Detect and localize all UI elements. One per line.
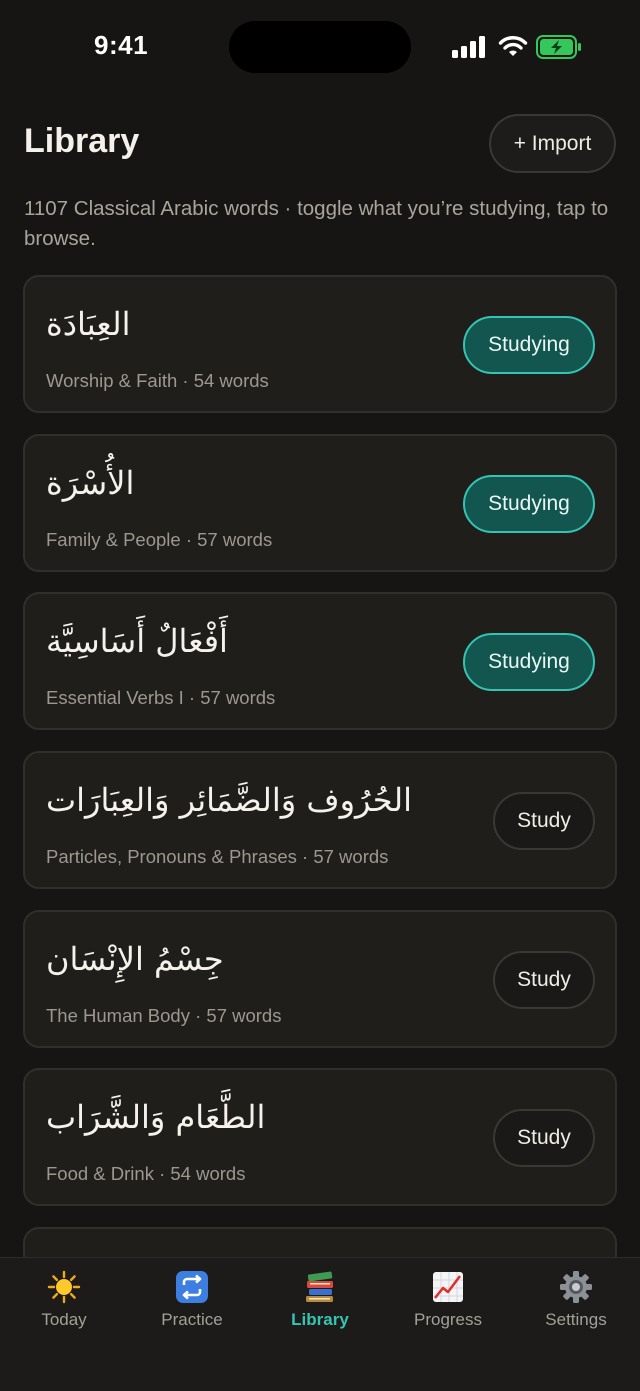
tab-library[interactable]: Library [256,1270,384,1340]
study-toggle-button[interactable]: Study [493,1109,595,1167]
deck-card[interactable]: أَفْعَالٌ أَسَاسِيَّة Essential Verbs I … [23,592,617,730]
deck-meta: Worship & Faith · 54 words [46,370,269,391]
deck-arabic-title: أَفْعَالٌ أَسَاسِيَّة [46,622,228,660]
deck-card[interactable]: العِبَادَة Worship & Faith · 54 words St… [23,275,617,413]
deck-card[interactable]: الأُسْرَة Family & People · 57 words Stu… [23,434,617,572]
tab-today[interactable]: Today [0,1270,128,1340]
deck-card[interactable]: الطَّعَام وَالشَّرَاب Food & Drink · 54 … [23,1068,617,1206]
deck-arabic-title: الطَّعَام وَالشَّرَاب [46,1098,266,1136]
studying-toggle-button[interactable]: Studying [463,316,595,374]
tab-label: Today [41,1310,87,1329]
tab-bar: Today Practice Library Progress Settings [0,1257,640,1391]
deck-card[interactable]: جِسْمُ الإِنْسَان The Human Body · 57 wo… [23,910,617,1048]
tab-label: Progress [413,1310,483,1329]
repeat-icon [176,1271,208,1303]
tab-label: Practice [161,1310,223,1329]
books-icon [306,1271,333,1302]
deck-meta: The Human Body · 57 words [46,1005,282,1026]
deck-arabic-title: جِسْمُ الإِنْسَان [46,940,224,978]
chart-icon [433,1272,463,1302]
tab-practice[interactable]: Practice [128,1270,256,1340]
deck-arabic-title: الأُسْرَة [46,464,135,502]
deck-meta: Family & People · 57 words [46,529,273,550]
deck-meta: Essential Verbs I · 57 words [46,687,276,708]
tab-label: Settings [545,1310,607,1329]
deck-arabic-title: العِبَادَة [46,305,131,343]
deck-meta: Particles, Pronouns & Phrases · 57 words [46,846,389,867]
deck-arabic-title: الحُرُوف وَالضَّمَائِر وَالعِبَارَات [46,781,412,819]
studying-toggle-button[interactable]: Studying [463,633,595,691]
tab-settings[interactable]: Settings [512,1270,640,1340]
gear-icon [560,1271,592,1303]
sun-icon [47,1270,81,1304]
tab-progress[interactable]: Progress [384,1270,512,1340]
studying-toggle-button[interactable]: Studying [463,475,595,533]
deck-meta: Food & Drink · 54 words [46,1163,246,1184]
deck-list: العِبَادَة Worship & Faith · 54 words St… [0,0,640,1257]
deck-card[interactable]: الحُرُوف وَالضَّمَائِر وَالعِبَارَات Par… [23,751,617,889]
study-toggle-button[interactable]: Study [493,951,595,1009]
study-toggle-button[interactable]: Study [493,792,595,850]
deck-card-partial[interactable] [23,1227,617,1257]
tab-label: Library [291,1310,349,1329]
